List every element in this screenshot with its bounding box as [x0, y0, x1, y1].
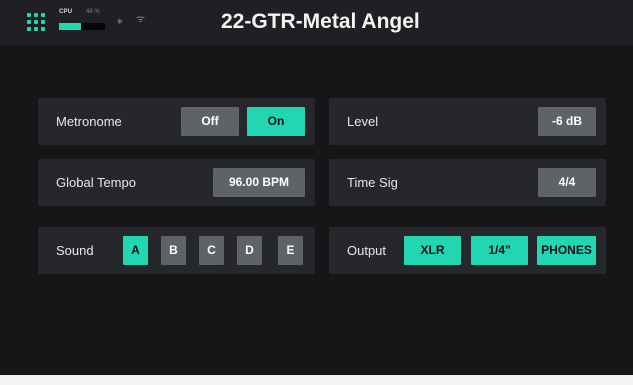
time-signature-panel: Time Sig 4/4	[329, 159, 606, 206]
metronome-label: Metronome	[56, 114, 122, 129]
cpu-bar-fill	[59, 23, 82, 30]
cpu-meter: CPU 48 %	[59, 9, 105, 33]
metronome-on-button[interactable]: On	[247, 107, 305, 136]
grid-dot	[34, 13, 38, 17]
global-tempo-panel: Global Tempo 96.00 BPM	[38, 159, 315, 206]
output-panel: Output XLR 1/4" PHONES	[329, 227, 606, 274]
preset-title: 22-GTR-Metal Angel	[221, 10, 420, 33]
metronome-panel: Metronome Off On	[38, 98, 315, 145]
sound-label: Sound	[56, 243, 94, 258]
cpu-label: CPU	[59, 9, 73, 15]
device-screen: CPU 48 % ∗ ᯤ 22-GTR-Metal Angel Metronom…	[0, 0, 633, 385]
global-tempo-label: Global Tempo	[56, 175, 136, 190]
grid-dot	[27, 27, 31, 31]
level-value-button[interactable]: -6 dB	[538, 107, 596, 136]
sound-option-button[interactable]: E	[278, 236, 303, 265]
screen-bottom-border	[0, 375, 633, 385]
wifi-icon: ᯤ	[136, 14, 146, 25]
sound-option-button[interactable]: A	[123, 236, 148, 265]
output-option-button[interactable]: PHONES	[537, 236, 596, 265]
level-panel: Level -6 dB	[329, 98, 606, 145]
level-label: Level	[347, 114, 379, 129]
grid-dot	[34, 27, 38, 31]
grid-dot	[27, 20, 31, 24]
cpu-percent: 48 %	[86, 9, 100, 15]
apps-grid-icon[interactable]	[27, 13, 45, 31]
time-signature-label: Time Sig	[347, 175, 398, 190]
sound-option-button[interactable]: B	[161, 236, 186, 265]
output-option-button[interactable]: 1/4"	[471, 236, 528, 265]
cpu-bar-track	[59, 23, 105, 30]
grid-dot	[34, 20, 38, 24]
bluetooth-icon: ∗	[116, 16, 124, 26]
sound-option-button[interactable]: D	[237, 236, 262, 265]
grid-dot	[41, 20, 45, 24]
grid-dot	[41, 27, 45, 31]
sound-option-button[interactable]: C	[199, 236, 224, 265]
sound-panel: Sound A B C D E	[38, 227, 315, 274]
global-tempo-value-button[interactable]: 96.00 BPM	[213, 168, 305, 197]
grid-dot	[27, 13, 31, 17]
grid-dot	[41, 13, 45, 17]
metronome-off-button[interactable]: Off	[181, 107, 239, 136]
output-label: Output	[347, 243, 387, 258]
output-option-button[interactable]: XLR	[404, 236, 461, 265]
time-signature-value-button[interactable]: 4/4	[538, 168, 596, 197]
status-bar: CPU 48 % ∗ ᯤ 22-GTR-Metal Angel	[0, 0, 633, 45]
